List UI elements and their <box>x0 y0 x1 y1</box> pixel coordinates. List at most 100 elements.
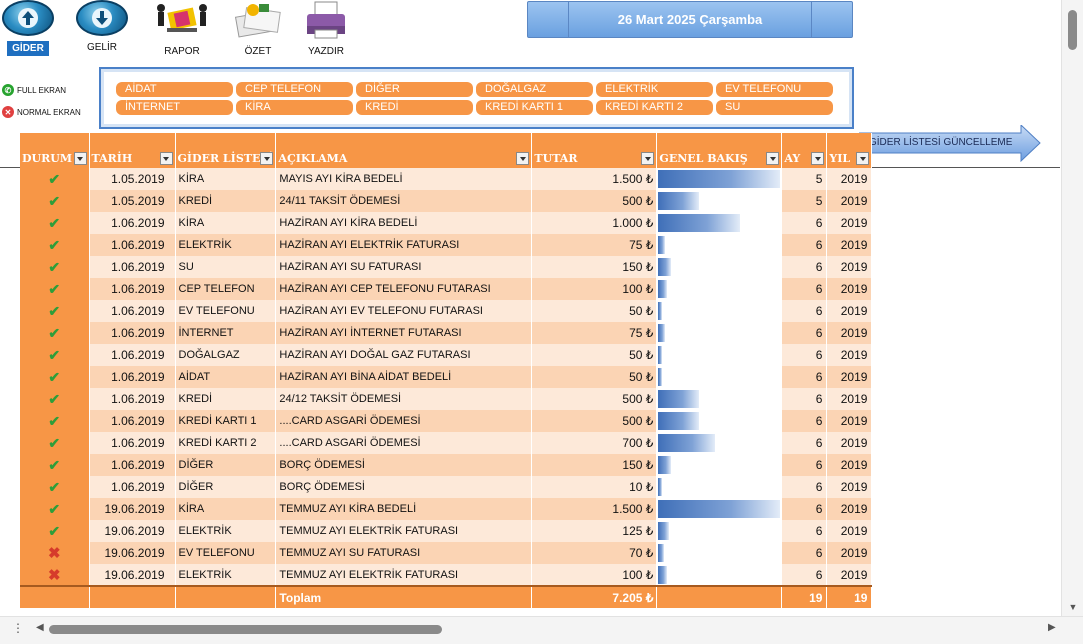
date-cell[interactable]: 19.06.2019 <box>89 520 176 542</box>
arrow-up-icon[interactable] <box>2 0 54 36</box>
status-cell[interactable]: ✔ <box>20 190 90 212</box>
amount-cell[interactable]: 100 ₺ <box>531 564 658 586</box>
month-cell[interactable]: 6 <box>781 432 828 454</box>
date-cell[interactable]: 1.06.2019 <box>89 234 176 256</box>
amount-cell[interactable]: 125 ₺ <box>531 520 658 542</box>
col-durum[interactable]: DURUM <box>20 133 90 168</box>
status-cell[interactable]: ✔ <box>20 278 90 300</box>
date-cell[interactable]: 19.06.2019 <box>89 564 176 586</box>
category-cell[interactable]: DİĞER <box>175 454 277 476</box>
description-cell[interactable]: TEMMUZ AYI KİRA BEDELİ <box>275 498 533 520</box>
date-cell[interactable]: 1.06.2019 <box>89 366 176 388</box>
overview-cell[interactable] <box>656 366 783 388</box>
category-cell[interactable]: ELEKTRİK <box>175 564 277 586</box>
horizontal-scrollbar[interactable]: ⋮ ◀ ▶ <box>0 616 1083 644</box>
amount-cell[interactable]: 150 ₺ <box>531 454 658 476</box>
overview-cell[interactable] <box>656 344 783 366</box>
amount-cell[interactable]: 500 ₺ <box>531 190 658 212</box>
year-cell[interactable]: 2019 <box>826 564 873 586</box>
month-cell[interactable]: 6 <box>781 212 828 234</box>
overview-cell[interactable] <box>656 388 783 410</box>
vertical-scroll-thumb[interactable] <box>1068 10 1077 50</box>
year-cell[interactable]: 2019 <box>826 322 873 344</box>
filter-dropdown-icon[interactable] <box>811 152 825 165</box>
description-cell[interactable]: HAZİRAN AYI EV TELEFONU FUTARASI <box>275 300 533 322</box>
month-cell[interactable]: 6 <box>781 542 828 564</box>
category-cell[interactable]: DOĞALGAZ <box>175 344 277 366</box>
gider-tool[interactable]: GİDER <box>0 0 56 56</box>
horizontal-scroll-thumb[interactable] <box>49 625 442 634</box>
year-cell[interactable]: 2019 <box>826 256 873 278</box>
description-cell[interactable]: TEMMUZ AYI ELEKTRİK FATURASI <box>275 520 533 542</box>
full-screen-label[interactable]: FULL EKRAN <box>17 86 66 95</box>
gelir-label[interactable]: GELİR <box>74 42 130 53</box>
amount-cell[interactable]: 10 ₺ <box>531 476 658 498</box>
month-cell[interactable]: 6 <box>781 476 828 498</box>
category-cell[interactable]: KİRA <box>175 212 277 234</box>
status-cell[interactable]: ✔ <box>20 300 90 322</box>
vertical-scrollbar[interactable]: ▼ <box>1061 0 1083 616</box>
status-cell[interactable]: ✔ <box>20 168 90 190</box>
category-chip[interactable]: AİDAT <box>116 82 233 97</box>
category-cell[interactable]: EV TELEFONU <box>175 542 277 564</box>
category-cell[interactable]: AİDAT <box>175 366 277 388</box>
col-gider-listesi[interactable]: GİDER LİSTESİ <box>175 133 277 168</box>
category-chip[interactable]: KREDİ KARTI 1 <box>476 100 593 115</box>
filter-dropdown-icon[interactable] <box>73 152 87 165</box>
date-cell[interactable]: 1.06.2019 <box>89 212 176 234</box>
overview-cell[interactable] <box>656 564 783 586</box>
overview-cell[interactable] <box>656 168 783 190</box>
amount-cell[interactable]: 1.500 ₺ <box>531 498 658 520</box>
month-cell[interactable]: 6 <box>781 322 828 344</box>
normal-screen-option[interactable]: ✕ NORMAL EKRAN <box>2 106 81 118</box>
scroll-left-arrow-icon[interactable]: ◀ <box>36 622 44 633</box>
year-cell[interactable]: 2019 <box>826 454 873 476</box>
gelir-tool[interactable]: GELİR <box>74 0 130 53</box>
overview-cell[interactable] <box>656 234 783 256</box>
printer-icon[interactable] <box>297 0 355 40</box>
amount-cell[interactable]: 50 ₺ <box>531 366 658 388</box>
phone-icon[interactable]: ✆ <box>2 84 14 96</box>
amount-cell[interactable]: 700 ₺ <box>531 432 658 454</box>
year-cell[interactable]: 2019 <box>826 542 873 564</box>
col-yil[interactable]: YIL <box>826 133 873 168</box>
date-cell[interactable]: 1.06.2019 <box>89 256 176 278</box>
month-cell[interactable]: 6 <box>781 388 828 410</box>
scroll-right-arrow-icon[interactable]: ▶ <box>1048 622 1056 633</box>
amount-cell[interactable]: 500 ₺ <box>531 388 658 410</box>
year-cell[interactable]: 2019 <box>826 432 873 454</box>
category-cell[interactable]: ELEKTRİK <box>175 520 277 542</box>
month-cell[interactable]: 6 <box>781 344 828 366</box>
month-cell[interactable]: 6 <box>781 300 828 322</box>
year-cell[interactable]: 2019 <box>826 212 873 234</box>
status-cell[interactable]: ✔ <box>20 366 90 388</box>
status-cell[interactable]: ✔ <box>20 432 90 454</box>
amount-cell[interactable]: 70 ₺ <box>531 542 658 564</box>
category-cell[interactable]: KİRA <box>175 498 277 520</box>
overview-cell[interactable] <box>656 300 783 322</box>
month-cell[interactable]: 5 <box>781 190 828 212</box>
month-cell[interactable]: 6 <box>781 278 828 300</box>
total-empty-cell[interactable] <box>175 585 277 608</box>
total-label[interactable]: Toplam <box>275 585 533 608</box>
total-amount[interactable]: 7.205 ₺ <box>531 585 658 608</box>
month-cell[interactable]: 6 <box>781 498 828 520</box>
filter-dropdown-icon[interactable] <box>856 152 870 165</box>
update-list-label[interactable]: GİDER LİSTESİ GÜNCELLEME <box>869 137 1012 148</box>
category-chip[interactable]: KREDİ <box>356 100 473 115</box>
full-screen-option[interactable]: ✆ FULL EKRAN <box>2 84 66 96</box>
rapor-label[interactable]: RAPOR <box>150 46 214 57</box>
col-ay[interactable]: AY <box>781 133 828 168</box>
overview-cell[interactable] <box>656 190 783 212</box>
month-cell[interactable]: 6 <box>781 454 828 476</box>
description-cell[interactable]: HAZİRAN AYI SU FATURASI <box>275 256 533 278</box>
date-cell[interactable]: 1.06.2019 <box>89 432 176 454</box>
category-cell[interactable]: SU <box>175 256 277 278</box>
category-chip[interactable]: CEP TELEFON <box>236 82 353 97</box>
category-chip[interactable]: KİRA <box>236 100 353 115</box>
year-cell[interactable]: 2019 <box>826 476 873 498</box>
date-cell[interactable]: 1.05.2019 <box>89 190 176 212</box>
filter-dropdown-icon[interactable] <box>641 152 655 165</box>
description-cell[interactable]: BORÇ ÖDEMESİ <box>275 476 533 498</box>
year-cell[interactable]: 2019 <box>826 278 873 300</box>
